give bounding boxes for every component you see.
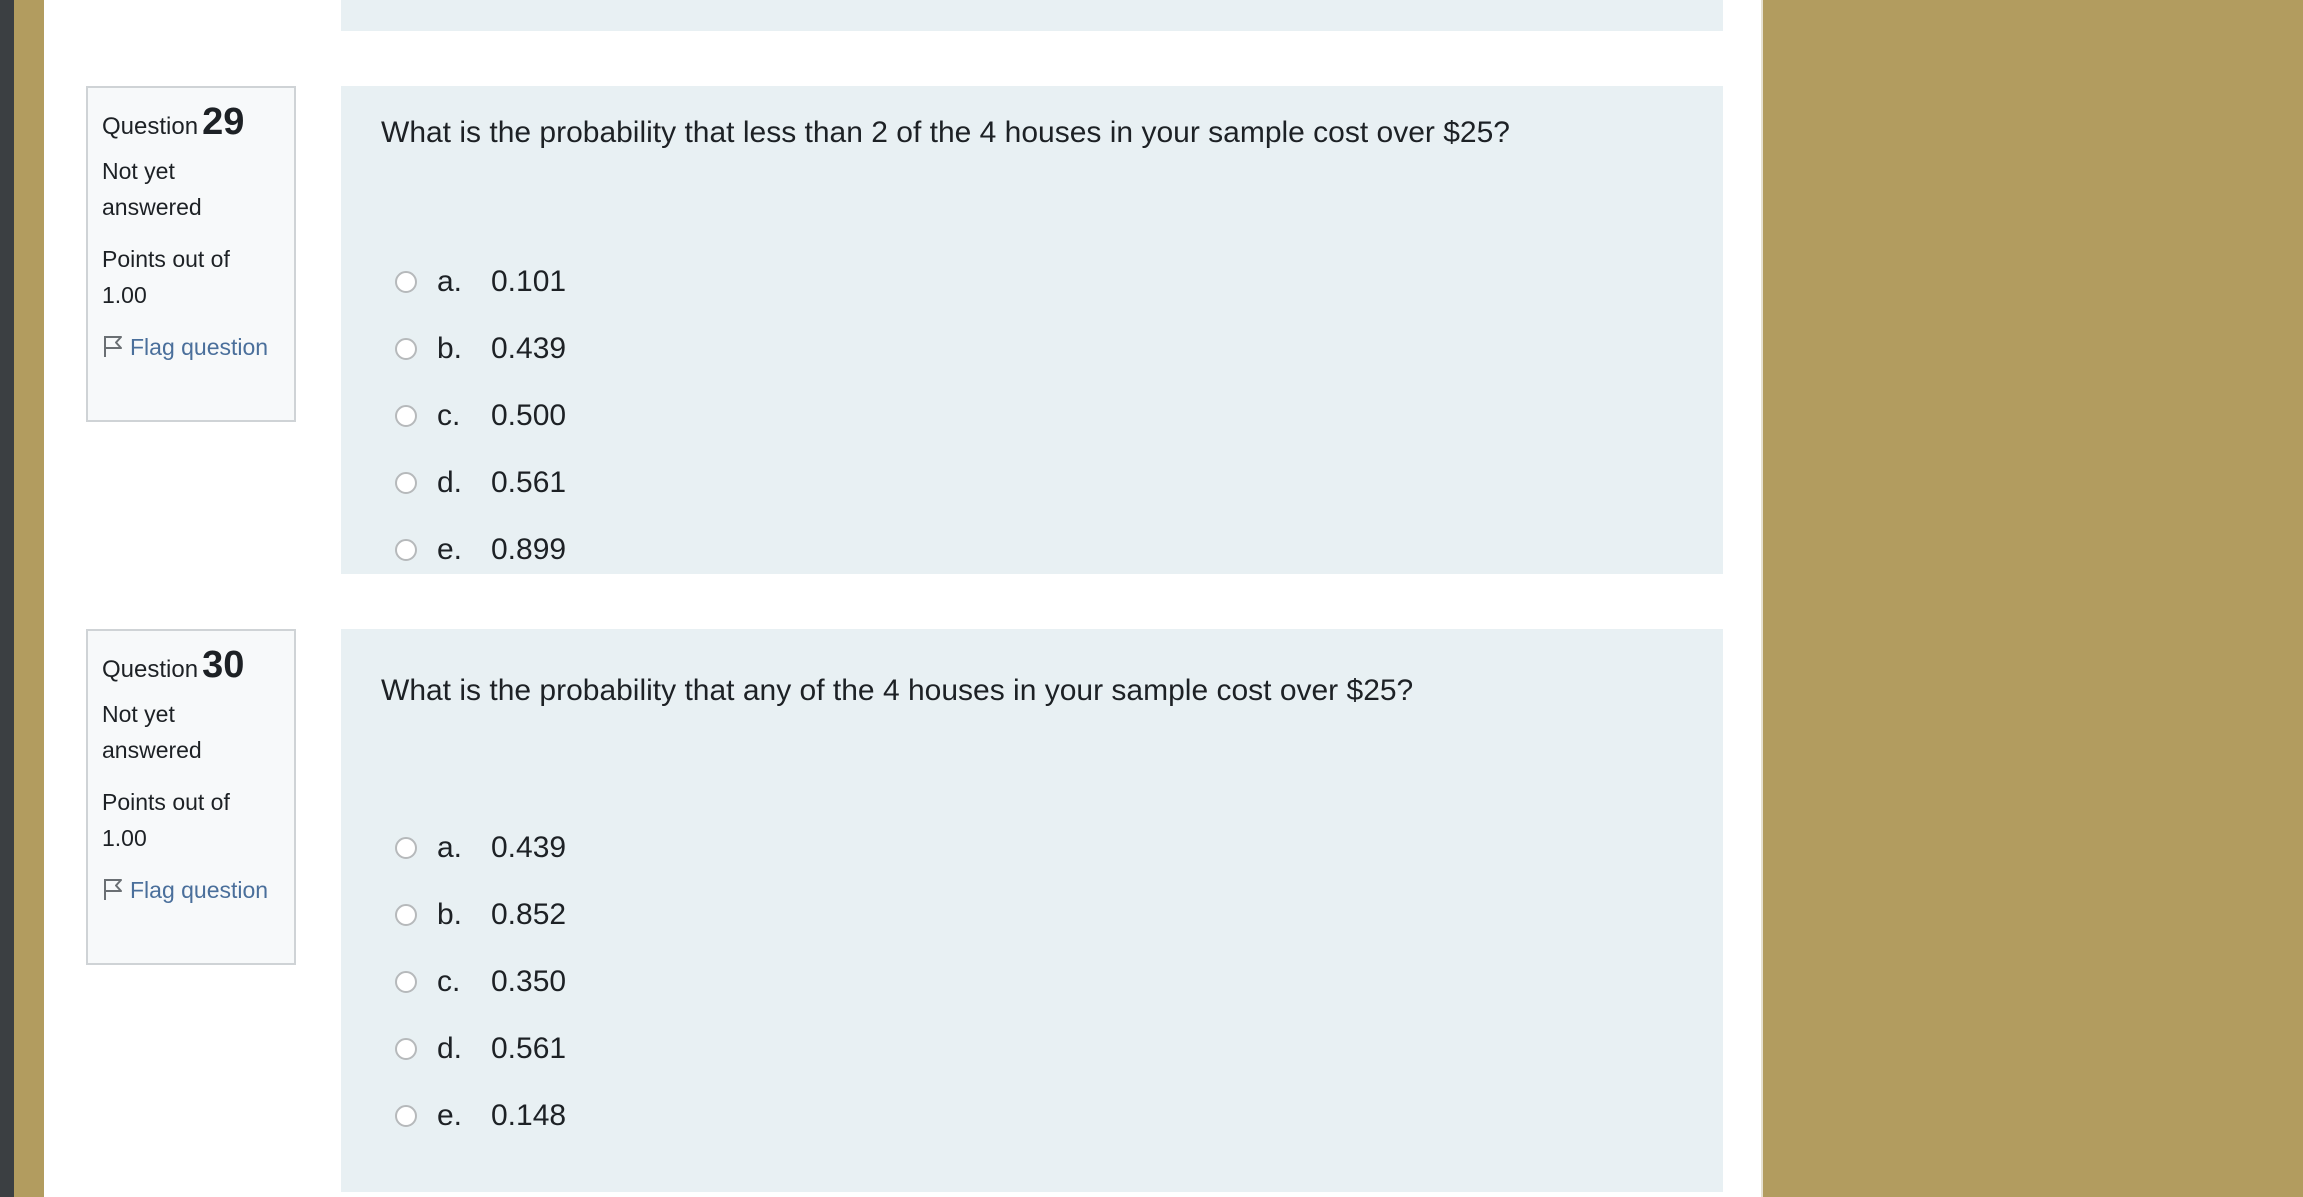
- question-text: What is the probability that any of the …: [381, 674, 1414, 707]
- question-content-30: What is the probability that any of the …: [341, 629, 1723, 1192]
- radio-button[interactable]: [395, 1104, 417, 1127]
- radio-button[interactable]: [395, 836, 417, 859]
- question-content-29: What is the probability that less than 2…: [341, 86, 1723, 574]
- radio-button[interactable]: [395, 337, 417, 360]
- window-edge: [0, 0, 14, 1197]
- flag-icon: [102, 875, 124, 900]
- answer-value: 0.852: [491, 897, 567, 931]
- radio-button[interactable]: [395, 404, 417, 427]
- answer-option-c[interactable]: c. 0.500: [395, 382, 566, 449]
- answer-option-b[interactable]: b. 0.852: [395, 881, 566, 948]
- flag-question-label[interactable]: Flag question: [130, 334, 268, 360]
- answer-letter: d.: [437, 1031, 463, 1065]
- answer-value: 0.561: [491, 465, 567, 499]
- question-number: Question 30: [102, 643, 280, 692]
- answer-letter: a.: [437, 830, 463, 864]
- answer-value: 0.899: [491, 532, 567, 566]
- answer-value: 0.350: [491, 964, 567, 998]
- radio-button[interactable]: [395, 970, 417, 993]
- question-grade: Points out of 1.00: [102, 246, 230, 308]
- radio-button[interactable]: [395, 471, 417, 494]
- answer-option-d[interactable]: d. 0.561: [395, 449, 566, 516]
- radio-button[interactable]: [395, 903, 417, 926]
- answer-letter: c.: [437, 398, 461, 432]
- answer-option-e[interactable]: e. 0.899: [395, 516, 566, 583]
- answer-value: 0.561: [491, 1031, 567, 1065]
- question-number-value: 30: [202, 644, 245, 686]
- answer-letter: e.: [437, 532, 463, 566]
- flag-question-link[interactable]: Flag question: [102, 872, 280, 908]
- flag-question-label[interactable]: Flag question: [130, 877, 268, 903]
- radio-button[interactable]: [395, 1037, 417, 1060]
- question-info-29: Question 29 Not yet answered Points out o…: [86, 86, 296, 422]
- answer-value: 0.500: [491, 398, 567, 432]
- answer-list: a. 0.101 b. 0.439 c. 0.500 d. 0.561 e. 0…: [395, 248, 566, 583]
- question-grade: Points out of 1.00: [102, 789, 230, 851]
- question-state: Not yet answered: [102, 158, 202, 220]
- flag-icon: [102, 332, 124, 357]
- page-margin-left: [14, 0, 44, 1197]
- answer-letter: b.: [437, 331, 463, 365]
- answer-value: 0.439: [491, 830, 567, 864]
- answer-option-a[interactable]: a. 0.439: [395, 814, 566, 881]
- flag-question-link[interactable]: Flag question: [102, 329, 280, 365]
- radio-button[interactable]: [395, 270, 417, 293]
- answer-letter: e.: [437, 1098, 463, 1132]
- answer-option-c[interactable]: c. 0.350: [395, 948, 566, 1015]
- answer-letter: d.: [437, 465, 463, 499]
- answer-letter: a.: [437, 264, 463, 298]
- answer-option-a[interactable]: a. 0.101: [395, 248, 566, 315]
- question-text: What is the probability that less than 2…: [381, 116, 1510, 149]
- question-label: Question: [102, 113, 199, 140]
- quiz-page: Question 29 Not yet answered Points out o…: [44, 0, 1763, 1197]
- question-info-30: Question 30 Not yet answered Points out o…: [86, 629, 296, 965]
- answer-list: a. 0.439 b. 0.852 c. 0.350 d. 0.561 e. 0…: [395, 814, 566, 1149]
- radio-button[interactable]: [395, 538, 417, 561]
- answer-value: 0.439: [491, 331, 567, 365]
- question-label: Question: [102, 656, 199, 683]
- answer-letter: c.: [437, 964, 461, 998]
- question-number: Question 29: [102, 100, 280, 149]
- answer-option-e[interactable]: e. 0.148: [395, 1082, 566, 1149]
- answer-value: 0.101: [491, 264, 567, 298]
- question-number-value: 29: [202, 101, 245, 143]
- previous-question-content: [341, 0, 1723, 31]
- answer-option-d[interactable]: d. 0.561: [395, 1015, 566, 1082]
- answer-value: 0.148: [491, 1098, 567, 1132]
- question-state: Not yet answered: [102, 701, 202, 763]
- answer-letter: b.: [437, 897, 463, 931]
- answer-option-b[interactable]: b. 0.439: [395, 315, 566, 382]
